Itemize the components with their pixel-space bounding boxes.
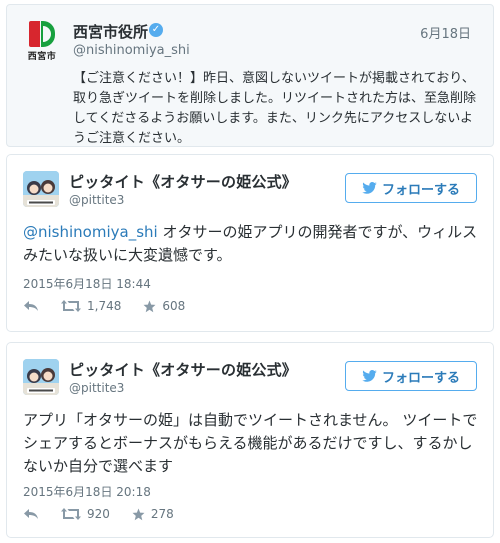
avatar-image <box>23 359 59 395</box>
mention-link[interactable]: @nishinomiya_shi <box>23 223 158 241</box>
tweet-card: ピッタイト《オタサーの姫公式》 @pittite3 フォローする アプリ「オタサ… <box>6 342 494 538</box>
tweet-actions: 920 278 <box>23 507 196 521</box>
avatar-image <box>23 171 59 207</box>
quoted-display-name[interactable]: 西宮市役所 <box>73 21 148 42</box>
favorite-button[interactable]: 608 <box>143 299 185 313</box>
retweet-count: 920 <box>87 507 110 521</box>
handle[interactable]: @pittite3 <box>69 381 124 395</box>
tweet-actions: 1,748 608 <box>23 299 207 313</box>
twitter-bird-icon <box>362 182 377 194</box>
city-label: 西宮市 <box>27 52 57 62</box>
tweet-timestamp[interactable]: 2015年6月18日 20:18 <box>23 483 151 500</box>
follow-button[interactable]: フォローする <box>345 173 477 203</box>
favorite-count: 278 <box>150 507 174 521</box>
display-name[interactable]: ピッタイト《オタサーの姫公式》 <box>69 171 297 192</box>
reply-icon <box>24 301 38 311</box>
tweet-timestamp[interactable]: 2015年6月18日 18:44 <box>23 275 151 292</box>
quoted-tweet-text: 【ご注意ください！】昨日、意図しないツイートが掲載されており、取り急ぎツイートを… <box>73 71 477 146</box>
avatar[interactable] <box>23 171 59 207</box>
quoted-tweet: 西宮市 西宮市役所 ✓ @nishinomiya_shi 6月18日 【ご注意く… <box>6 4 494 147</box>
nishinomiya-logo: 西宮市 <box>23 21 61 62</box>
follow-label: フォローする <box>381 182 460 198</box>
twitter-bird-icon <box>362 370 377 382</box>
follow-label: フォローする <box>381 370 460 386</box>
favorite-icon <box>132 508 145 520</box>
avatar[interactable] <box>23 359 59 395</box>
follow-button[interactable]: フォローする <box>345 361 477 391</box>
retweet-icon <box>61 300 81 312</box>
reply-button[interactable] <box>23 300 39 312</box>
retweet-button[interactable]: 1,748 <box>61 299 121 313</box>
quoted-date[interactable]: 6月18日 <box>420 23 471 42</box>
verified-badge-icon: ✓ <box>149 23 163 37</box>
reply-icon <box>24 509 38 519</box>
favorite-button[interactable]: 278 <box>132 507 174 521</box>
favorite-icon <box>143 300 156 312</box>
retweet-button[interactable]: 920 <box>61 507 110 521</box>
reply-button[interactable] <box>23 508 39 520</box>
quoted-handle[interactable]: @nishinomiya_shi <box>73 43 190 58</box>
tweet-text: @nishinomiya_shi オタサーの姫アプリの開発者ですが、ウィルスみた… <box>23 221 479 267</box>
display-name[interactable]: ピッタイト《オタサーの姫公式》 <box>69 359 297 380</box>
handle[interactable]: @pittite3 <box>69 193 124 207</box>
tweet-text: アプリ「オタサーの姫」は自動でツイートされません。 ツイートでシェアするとボーナ… <box>23 411 478 475</box>
retweet-icon <box>61 508 81 520</box>
tweet-card: ピッタイト《オタサーの姫公式》 @pittite3 フォローする @nishin… <box>6 154 494 332</box>
retweet-count: 1,748 <box>87 299 122 313</box>
favorite-count: 608 <box>162 299 186 313</box>
city-emblem-icon <box>29 21 55 47</box>
